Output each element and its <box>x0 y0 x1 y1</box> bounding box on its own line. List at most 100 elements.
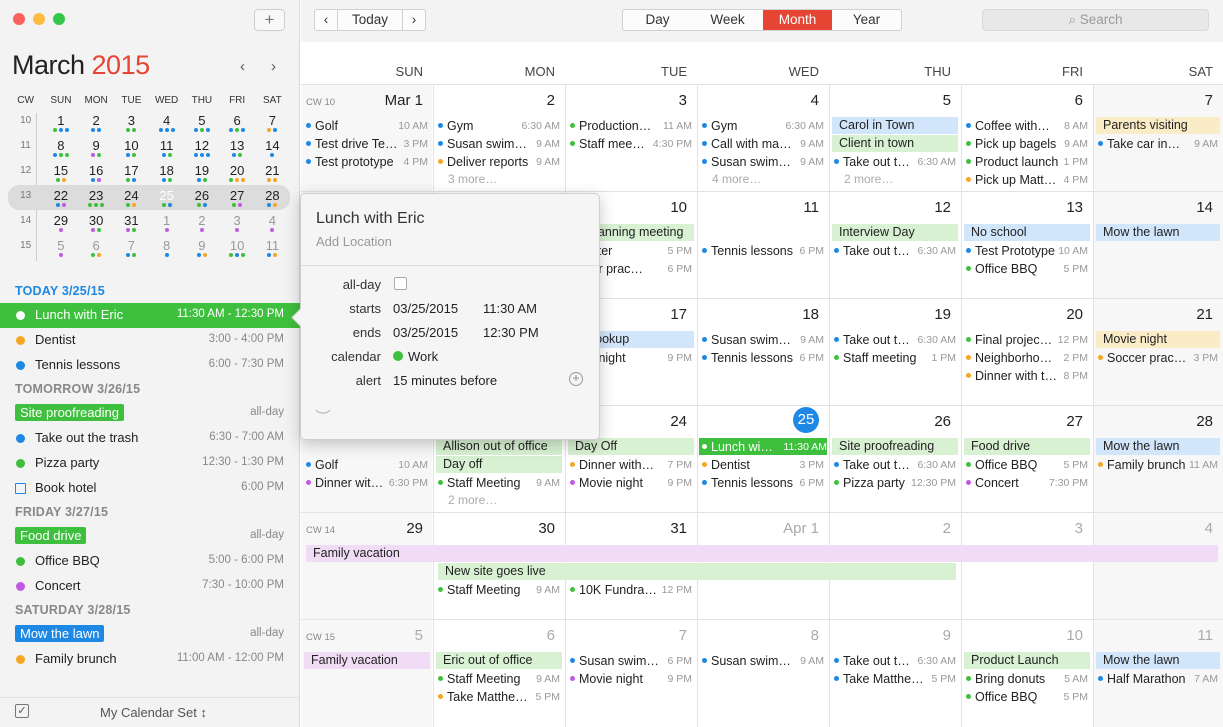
mini-day[interactable]: 9 <box>184 235 219 257</box>
more-events-link[interactable]: 2 more… <box>448 493 497 507</box>
start-date-field[interactable]: 03/25/2015 <box>393 301 458 316</box>
mini-day[interactable]: 7 <box>255 110 290 132</box>
agenda-item[interactable]: Tennis lessons 6:00 - 7:30 PM <box>0 353 300 378</box>
timed-event[interactable]: Susan swim… 9 AM <box>702 652 824 669</box>
timed-event[interactable]: Tennis lessons 6 PM <box>702 349 824 366</box>
mini-day[interactable]: 8 <box>43 135 78 157</box>
mini-day[interactable]: 30 <box>79 210 114 232</box>
mini-day[interactable]: 6 <box>79 235 114 257</box>
mini-day[interactable]: 19 <box>184 160 219 182</box>
mini-day[interactable]: 21 <box>255 160 290 182</box>
agenda-item[interactable]: Food drive all-day <box>0 524 300 549</box>
timed-event[interactable]: Test prototype 4 PM <box>306 153 428 170</box>
popover-title[interactable]: Lunch with Eric <box>316 210 425 228</box>
more-events-link[interactable]: 3 more… <box>448 172 497 186</box>
prev-icon[interactable]: ‹ <box>314 9 338 31</box>
timed-event[interactable]: Take out t… 6:30 AM <box>834 456 956 473</box>
mini-week-row[interactable]: 13 22 23 24 25 26 27 28 <box>8 181 290 210</box>
mini-day[interactable]: 20 <box>220 160 255 182</box>
mini-day[interactable]: 5 <box>43 235 78 257</box>
calendar-selector[interactable]: Work <box>393 349 438 364</box>
mini-day[interactable]: 6 <box>220 110 255 132</box>
todo-checkbox-icon[interactable] <box>15 483 26 494</box>
mini-day[interactable]: 5 <box>184 110 219 132</box>
timed-event[interactable]: Take out t… 6:30 AM <box>834 331 956 348</box>
mini-day[interactable]: 10 <box>220 235 255 257</box>
timed-event[interactable]: Pick up Matt… 4 PM <box>966 171 1088 188</box>
mini-day[interactable]: 10 <box>114 135 149 157</box>
mini-week-row[interactable]: 15 5 6 7 8 9 10 11 <box>8 235 290 260</box>
timed-event[interactable]: Office BBQ 5 PM <box>966 260 1088 277</box>
mini-week-row[interactable]: 14 29 30 31 1 2 3 4 <box>8 210 290 235</box>
timed-event[interactable]: Family brunch 11 AM <box>1098 456 1218 473</box>
mini-day[interactable]: 23 <box>79 185 114 207</box>
timed-event[interactable]: Coffee with… 8 AM <box>966 117 1088 134</box>
allday-event[interactable]: Product Launch <box>964 652 1090 669</box>
timed-event[interactable]: Half Marathon 7 AM <box>1098 670 1218 687</box>
timed-event[interactable]: Susan swim… 9 AM <box>702 331 824 348</box>
timed-event[interactable]: Dinner with t… 8 PM <box>966 367 1088 384</box>
mini-week-row[interactable]: 10 1 2 3 4 5 6 7 <box>8 110 290 135</box>
mini-prev-month-icon[interactable]: ‹ <box>240 58 245 75</box>
expand-chevron-icon[interactable]: ︶ <box>315 404 331 428</box>
timed-event[interactable]: Golf 10 AM <box>306 117 428 134</box>
mini-day[interactable]: 11 <box>255 235 290 257</box>
timed-event[interactable]: Production… 11 AM <box>570 117 692 134</box>
agenda-item[interactable]: Mow the lawn all-day <box>0 622 300 647</box>
timed-event[interactable]: Deliver reports 9 AM <box>438 153 560 170</box>
mini-day[interactable]: 16 <box>79 160 114 182</box>
timed-event[interactable]: Final projec… 12 PM <box>966 331 1088 348</box>
timed-event[interactable]: Tennis lessons 6 PM <box>702 474 824 491</box>
allday-event[interactable]: Parents visiting <box>1096 117 1220 134</box>
timed-event[interactable]: Call with ma… 9 AM <box>702 135 824 152</box>
mini-day[interactable]: 1 <box>149 210 184 232</box>
timed-event[interactable]: Staff Meeting 9 AM <box>438 474 560 491</box>
timed-event[interactable]: Tennis lessons 6 PM <box>702 242 824 259</box>
timed-event[interactable]: Golf 10 AM <box>306 456 428 473</box>
timed-event[interactable]: Soccer prac… 3 PM <box>1098 349 1218 366</box>
timed-event[interactable]: 10K Fundra… 12 PM <box>570 581 692 598</box>
end-date-field[interactable]: 03/25/2015 <box>393 325 458 340</box>
timed-event[interactable]: Neighborho… 2 PM <box>966 349 1088 366</box>
timed-event[interactable]: Dinner wit… 6:30 PM <box>306 474 428 491</box>
timed-event[interactable]: Take Matthe… 5 PM <box>438 688 560 705</box>
mini-day[interactable]: 26 <box>184 185 219 207</box>
view-week-tab[interactable]: Week <box>692 10 763 30</box>
mini-day[interactable]: 3 <box>114 110 149 132</box>
agenda-item[interactable]: Concert 7:30 - 10:00 PM <box>0 574 300 599</box>
location-field[interactable]: Add Location <box>316 234 392 249</box>
allday-event[interactable]: Day Off <box>568 438 694 455</box>
mini-day[interactable]: 14 <box>255 135 290 157</box>
allday-event[interactable]: Mow the lawn <box>1096 224 1220 241</box>
timed-event[interactable]: Gym 6:30 AM <box>438 117 560 134</box>
mini-day[interactable]: 3 <box>220 210 255 232</box>
mini-day[interactable]: 4 <box>255 210 290 232</box>
mini-day[interactable]: 11 <box>149 135 184 157</box>
timed-event[interactable]: Office BBQ 5 PM <box>966 456 1088 473</box>
timed-event[interactable]: Concert 7:30 PM <box>966 474 1088 491</box>
next-icon[interactable]: › <box>402 9 426 31</box>
mini-day[interactable]: 29 <box>43 210 78 232</box>
timed-event[interactable]: Dentist 3 PM <box>702 456 824 473</box>
zoom-window-icon[interactable] <box>53 13 65 25</box>
timed-event[interactable]: Office BBQ 5 PM <box>966 688 1088 705</box>
mini-day[interactable]: 13 <box>220 135 255 157</box>
mini-day[interactable]: 25 <box>149 181 184 207</box>
add-alert-icon[interactable]: + <box>569 372 583 386</box>
timed-event[interactable]: Take out t… 6:30 AM <box>834 652 956 669</box>
allday-event[interactable]: Mow the lawn <box>1096 438 1220 455</box>
multi-day-event[interactable]: New site goes live <box>438 563 956 580</box>
today-button[interactable]: Today <box>337 9 403 31</box>
allday-event[interactable]: Site proofreading <box>832 438 958 455</box>
add-event-button[interactable]: + <box>254 9 285 31</box>
agenda-item[interactable]: Family brunch 11:00 AM - 12:00 PM <box>0 647 300 672</box>
timed-event[interactable]: Susan swim… 9 AM <box>438 135 560 152</box>
mini-next-month-icon[interactable]: › <box>271 58 276 75</box>
timed-event[interactable]: Take out t… 6:30 AM <box>834 242 956 259</box>
timed-event[interactable]: Take out t… 6:30 AM <box>834 153 956 170</box>
view-month-tab[interactable]: Month <box>763 10 832 30</box>
allday-event[interactable]: Client in town <box>832 135 958 152</box>
timed-event[interactable]: Susan swim… 6 PM <box>570 652 692 669</box>
timed-event[interactable]: Test drive Te… 3 PM <box>306 135 428 152</box>
mini-day[interactable]: 7 <box>114 235 149 257</box>
